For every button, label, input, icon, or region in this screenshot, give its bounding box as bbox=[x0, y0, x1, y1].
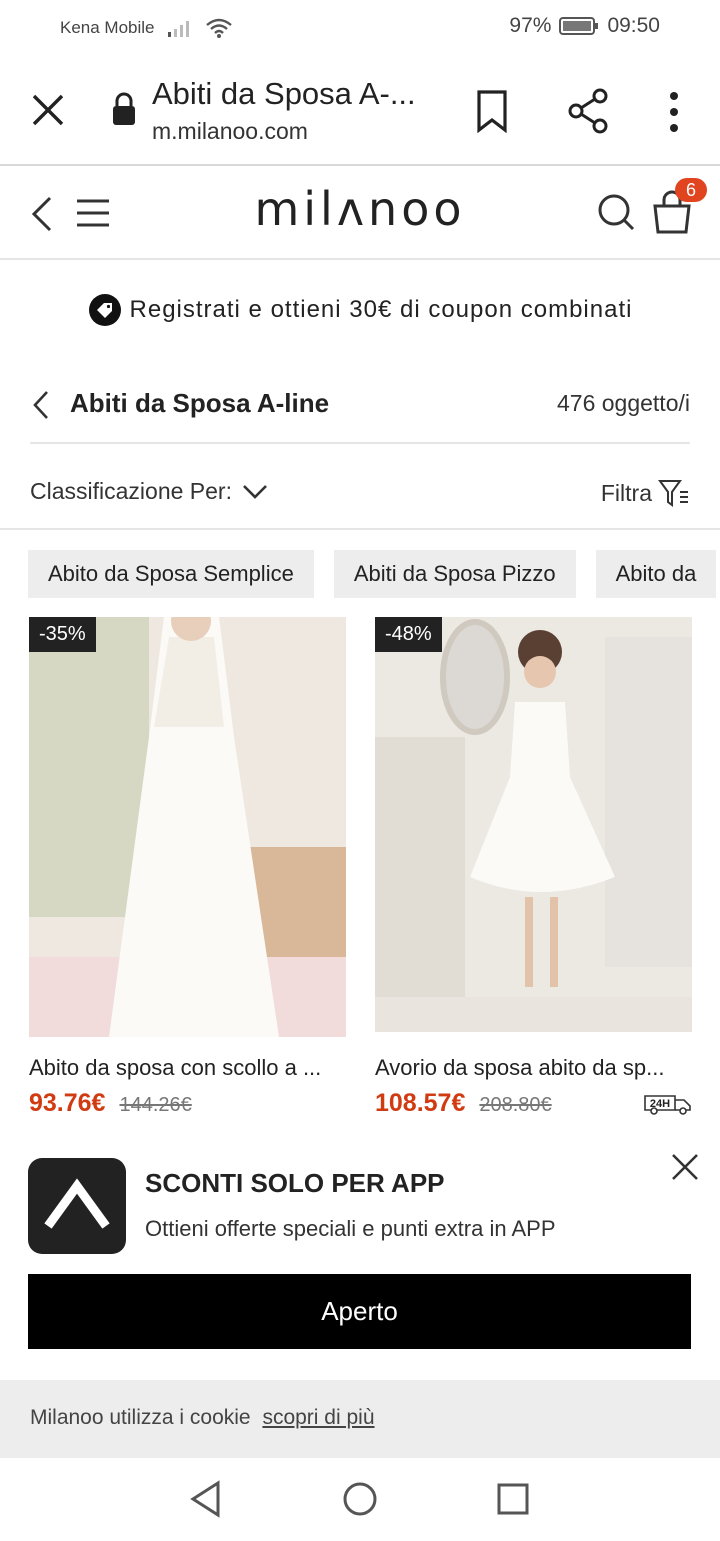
site-header: milʌnoo 6 bbox=[0, 168, 720, 260]
discount-badge: -35% bbox=[29, 617, 96, 652]
product-image[interactable]: -35% bbox=[29, 617, 346, 1037]
battery-percent: 97% bbox=[509, 14, 552, 37]
status-left: Kena Mobile bbox=[60, 17, 233, 39]
battery-icon bbox=[559, 17, 599, 35]
filter-label: Filtra bbox=[600, 479, 652, 506]
bookmark-icon[interactable] bbox=[473, 89, 511, 133]
app-promo-banner: SCONTI SOLO PER APP Ottieni offerte spec… bbox=[0, 1140, 720, 1380]
promo-text: Registrati e ottieni 30€ di coupon combi… bbox=[129, 296, 633, 323]
category-header: Abiti da Sposa A-line 476 oggetto/i bbox=[0, 380, 720, 444]
share-icon[interactable] bbox=[566, 88, 610, 134]
nav-home-icon[interactable] bbox=[342, 1480, 378, 1518]
sort-label: Classificazione Per: bbox=[30, 478, 232, 504]
nav-back-icon[interactable] bbox=[188, 1480, 224, 1518]
divider bbox=[30, 442, 690, 444]
delivery-badge-label: 24H bbox=[650, 1098, 670, 1110]
product-card[interactable]: -35% Abito da sposa con scollo a ... 93.… bbox=[29, 617, 346, 1118]
product-prices: 93.76€ 144.26€ bbox=[29, 1089, 346, 1118]
dress-photo-placeholder bbox=[29, 617, 346, 1037]
cookie-learn-more-link[interactable]: scopri di più bbox=[262, 1406, 374, 1429]
chip[interactable]: Abito da Sposa Semplice bbox=[28, 550, 314, 598]
nav-recents-icon[interactable] bbox=[496, 1480, 530, 1518]
dress-photo-placeholder bbox=[375, 617, 692, 1032]
product-name[interactable]: Abito da sposa con scollo a ... bbox=[29, 1055, 346, 1081]
lock-icon bbox=[113, 92, 135, 125]
search-icon[interactable] bbox=[596, 192, 636, 232]
clock: 09:50 bbox=[607, 14, 660, 37]
wifi-icon bbox=[205, 18, 232, 38]
cookie-text-wrap: Milanoo utilizza i cookie scopri di più bbox=[30, 1406, 375, 1430]
product-old-price: 144.26€ bbox=[119, 1094, 192, 1116]
sort-dropdown[interactable]: Classificazione Per: bbox=[30, 478, 268, 505]
cart-count-badge: 6 bbox=[675, 178, 707, 202]
sort-filter-bar: Classificazione Per: Filtra bbox=[0, 460, 720, 530]
product-image[interactable]: -48% bbox=[375, 617, 692, 1032]
status-bar: Kena Mobile 97% 09:50 bbox=[0, 0, 720, 56]
item-count: 476 oggetto/i bbox=[556, 390, 690, 416]
system-navigation-bar bbox=[0, 1458, 720, 1541]
promo-banner[interactable]: Registrati e ottieni 30€ di coupon combi… bbox=[0, 290, 720, 330]
filter-icon bbox=[658, 480, 688, 507]
cookie-bar: Milanoo utilizza i cookie scopri di più bbox=[0, 1380, 720, 1458]
product-old-price: 208.80€ bbox=[479, 1094, 552, 1116]
close-icon[interactable] bbox=[670, 1152, 700, 1182]
product-card[interactable]: -48% Avorio da sposa abito da sp... 108.… bbox=[375, 617, 692, 1118]
cookie-text: Milanoo utilizza i cookie bbox=[30, 1406, 251, 1429]
app-banner-subtitle: Ottieni offerte speciali e punti extra i… bbox=[145, 1216, 556, 1241]
filter-button[interactable]: Filtra bbox=[601, 478, 690, 508]
close-tab-icon[interactable] bbox=[30, 92, 66, 128]
url-text[interactable]: m.milanoo.com bbox=[152, 118, 308, 145]
chip[interactable]: Abito da bbox=[595, 550, 717, 598]
product-price: 93.76€ bbox=[29, 1089, 106, 1117]
product-name[interactable]: Avorio da sposa abito da sp... bbox=[375, 1055, 692, 1081]
chevron-down-icon bbox=[243, 484, 267, 499]
discount-badge: -48% bbox=[375, 617, 442, 652]
delivery-24h-icon: 24H bbox=[644, 1095, 691, 1115]
status-right: 97% 09:50 bbox=[509, 14, 660, 38]
coupon-tag-icon bbox=[88, 294, 121, 326]
chip[interactable]: Abiti da Sposa Pizzo bbox=[333, 550, 576, 598]
category-back-icon[interactable] bbox=[32, 390, 50, 420]
category-title: Abiti da Sposa A-line bbox=[70, 388, 330, 418]
app-logo-icon bbox=[28, 1158, 126, 1254]
carrier-label: Kena Mobile bbox=[60, 18, 155, 37]
signal-icon bbox=[167, 21, 189, 37]
app-banner-title: SCONTI SOLO PER APP bbox=[145, 1168, 445, 1198]
product-price: 108.57€ bbox=[375, 1089, 466, 1117]
subcategory-chips: Abito da Sposa Semplice Abiti da Sposa P… bbox=[28, 550, 717, 598]
overflow-menu-icon[interactable] bbox=[660, 90, 688, 134]
page-title[interactable]: Abiti da Sposa A-... bbox=[152, 76, 416, 112]
open-app-button[interactable]: Aperto bbox=[28, 1274, 691, 1349]
browser-toolbar: Abiti da Sposa A-... m.milanoo.com bbox=[0, 56, 720, 166]
